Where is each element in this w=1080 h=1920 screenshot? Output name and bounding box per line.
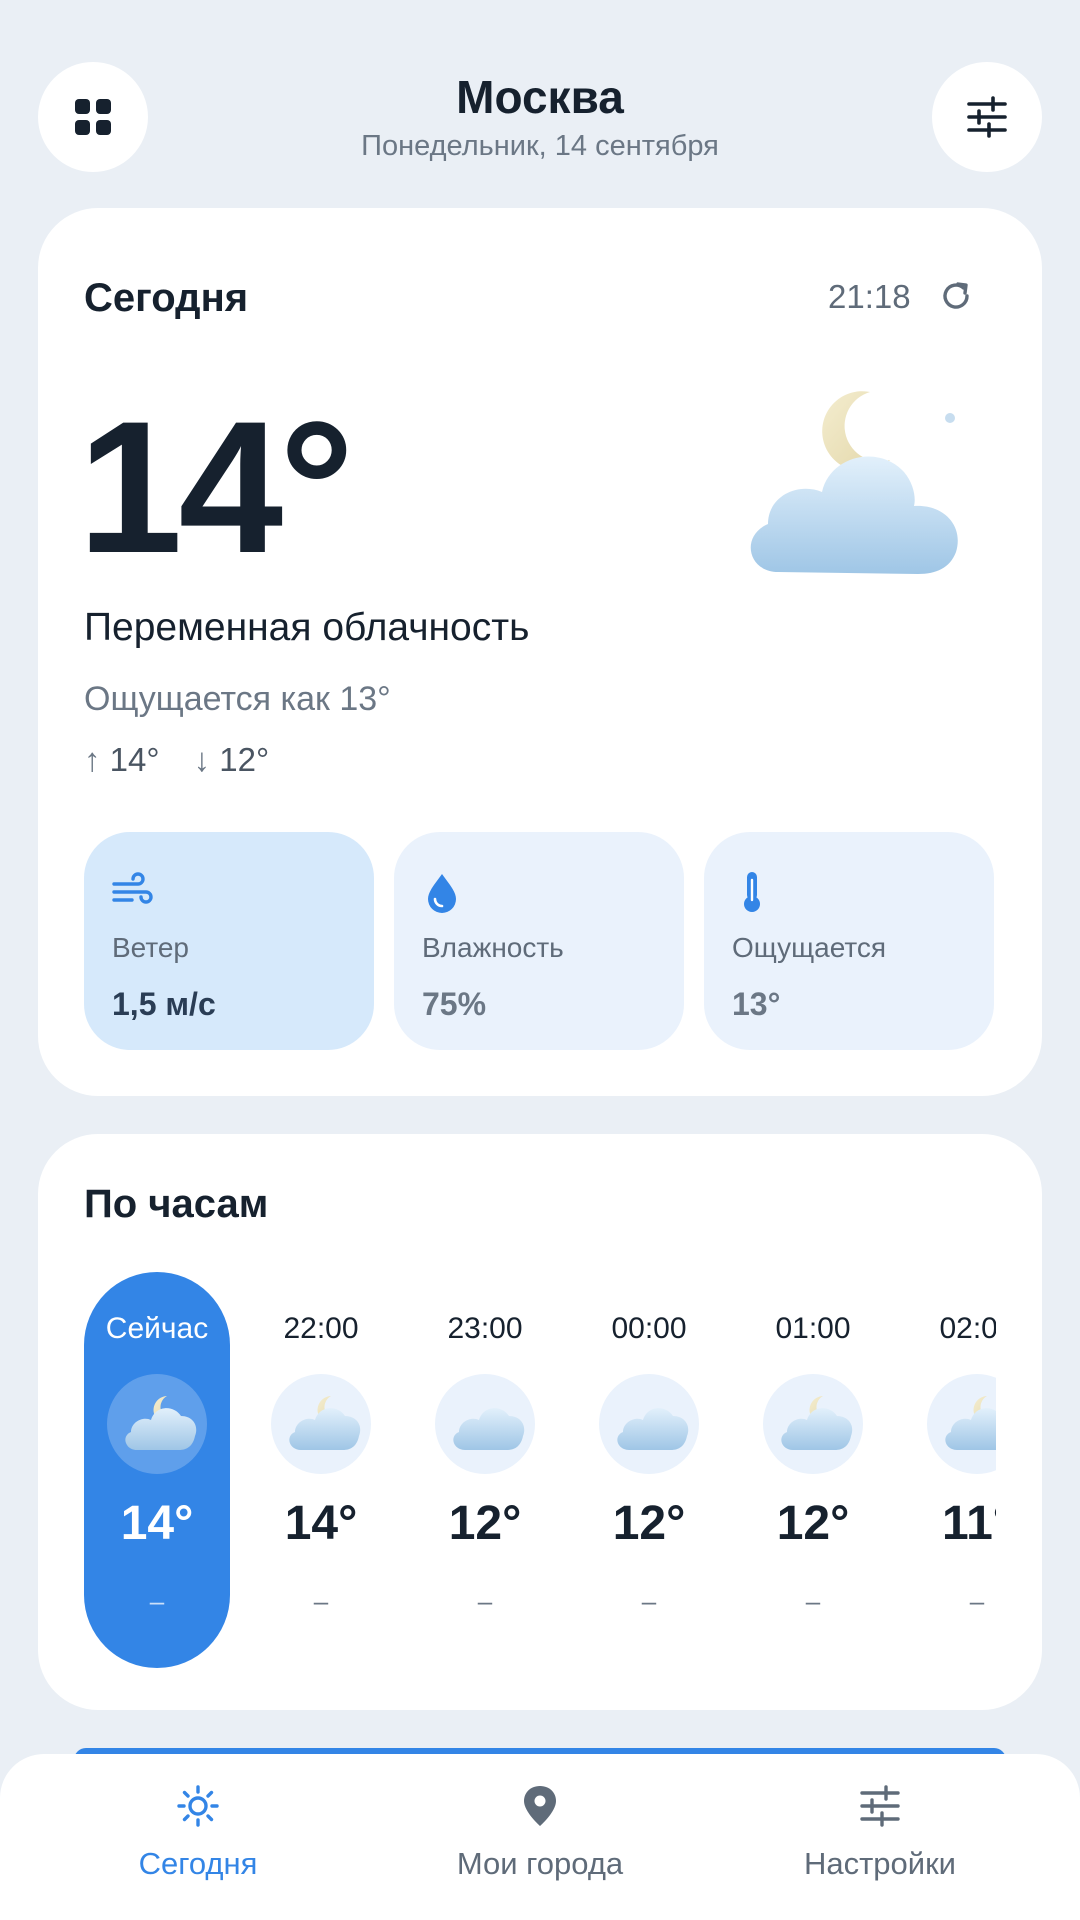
sliders-icon [860, 1785, 900, 1827]
nav-label: Сегодня [138, 1846, 258, 1881]
nav-item-today[interactable]: Сегодня [48, 1754, 348, 1920]
arrow-down-icon: ↓ [193, 741, 211, 778]
hour-time: 01:00 [775, 1312, 851, 1345]
hour-icon-wrap [599, 1374, 699, 1474]
feels-like-text: Ощущается как 13° [84, 680, 391, 718]
hour-precip: – [805, 1586, 821, 1616]
hour-temp: 11° [942, 1497, 996, 1550]
refresh-icon[interactable] [938, 278, 974, 314]
hour-item-now[interactable]: Сейчас 14° – [84, 1272, 230, 1668]
hour-temp: 14° [284, 1497, 358, 1550]
hourly-scroll[interactable]: Сейчас 14° – 22:00 14° – 23:00 12° – 00:… [84, 1272, 996, 1672]
nav-item-my-cities[interactable]: Мои города [390, 1754, 690, 1920]
hour-temp: 12° [776, 1497, 850, 1550]
hour-item[interactable]: 00:00 12° – [576, 1272, 722, 1668]
hour-icon-wrap [435, 1374, 535, 1474]
nav-item-settings[interactable]: Настройки [730, 1754, 1030, 1920]
arrow-up-icon: ↑ [84, 741, 101, 778]
nav-label: Мои города [456, 1846, 624, 1881]
hour-precip: – [477, 1586, 493, 1616]
hourly-card: По часам Сейчас 14° – 22:00 14° – 23:00 … [38, 1134, 1042, 1710]
tile-feels[interactable]: Ощущается 13° [704, 832, 994, 1050]
current-date: Понедельник, 14 сентября [361, 130, 719, 162]
updated-time: 21:18 [828, 278, 911, 315]
bottom-nav: Сегодня Мои города Настройки [0, 1754, 1080, 1920]
cloud-icon [617, 1408, 689, 1450]
hour-icon-wrap [763, 1374, 863, 1474]
tile-value: 75% [422, 986, 487, 1022]
cloud-icon [453, 1408, 525, 1450]
hour-time: 23:00 [447, 1312, 523, 1345]
droplet-icon [428, 874, 456, 913]
hour-item[interactable]: 01:00 12° – [740, 1272, 886, 1668]
hour-precip: – [641, 1586, 657, 1616]
sliders-icon [967, 96, 1007, 138]
hour-time: 22:00 [283, 1312, 359, 1345]
partly-cloudy-night-icon [125, 1396, 197, 1450]
hour-time: 00:00 [611, 1312, 687, 1345]
today-card: Сегодня 21:18 14° Переменная облачность … [38, 208, 1042, 1096]
hour-icon-wrap [107, 1374, 207, 1474]
hour-icon-wrap [927, 1374, 996, 1474]
current-temperature: 14° [78, 382, 354, 592]
sun-icon [177, 1785, 219, 1827]
hour-temp: 14° [120, 1497, 194, 1550]
hour-time: 02:00 [939, 1312, 996, 1345]
hour-icon-wrap [271, 1374, 371, 1474]
hour-precip: – [149, 1586, 165, 1616]
nav-label: Настройки [803, 1846, 956, 1881]
hourly-title: По часам [84, 1182, 269, 1226]
hour-precip: – [313, 1586, 329, 1616]
filter-button[interactable] [932, 62, 1042, 172]
detail-tiles: Ветер 1,5 м/с Влажность 75% Ощущается 13… [84, 832, 994, 1050]
city-title: Москва [456, 71, 624, 123]
hour-item[interactable]: 23:00 12° – [412, 1272, 558, 1668]
tile-wind[interactable]: Ветер 1,5 м/с [84, 832, 374, 1050]
thermometer-icon [744, 872, 760, 912]
hour-temp: 12° [448, 1497, 522, 1550]
min-temp: ↓ 12° [193, 741, 270, 778]
weather-condition: Переменная облачность [84, 606, 530, 649]
location-pin-icon [524, 1786, 556, 1826]
hour-item[interactable]: 02:00 11° – [904, 1272, 996, 1668]
hour-temp: 12° [612, 1497, 686, 1550]
partly-cloudy-night-icon [945, 1396, 996, 1450]
tile-label: Ветер [112, 932, 189, 963]
app-header: Москва Понедельник, 14 сентября [0, 0, 1080, 200]
partly-cloudy-night-icon [750, 391, 958, 574]
hour-precip: – [969, 1586, 985, 1616]
tile-value: 1,5 м/с [112, 986, 216, 1022]
today-title: Сегодня [84, 276, 249, 320]
tile-label: Ощущается [732, 932, 887, 963]
tile-value: 13° [732, 986, 781, 1022]
hour-time: Сейчас [105, 1312, 209, 1345]
wind-icon [112, 872, 153, 904]
min-max: ↑ 14° ↓ 12° [84, 741, 269, 779]
hour-item[interactable]: 22:00 14° – [248, 1272, 394, 1668]
partly-cloudy-night-icon [289, 1396, 361, 1450]
partly-cloudy-night-icon [781, 1396, 853, 1450]
tile-label: Влажность [422, 932, 564, 963]
tile-humidity[interactable]: Влажность 75% [394, 832, 684, 1050]
max-temp: ↑ 14° [84, 741, 160, 778]
